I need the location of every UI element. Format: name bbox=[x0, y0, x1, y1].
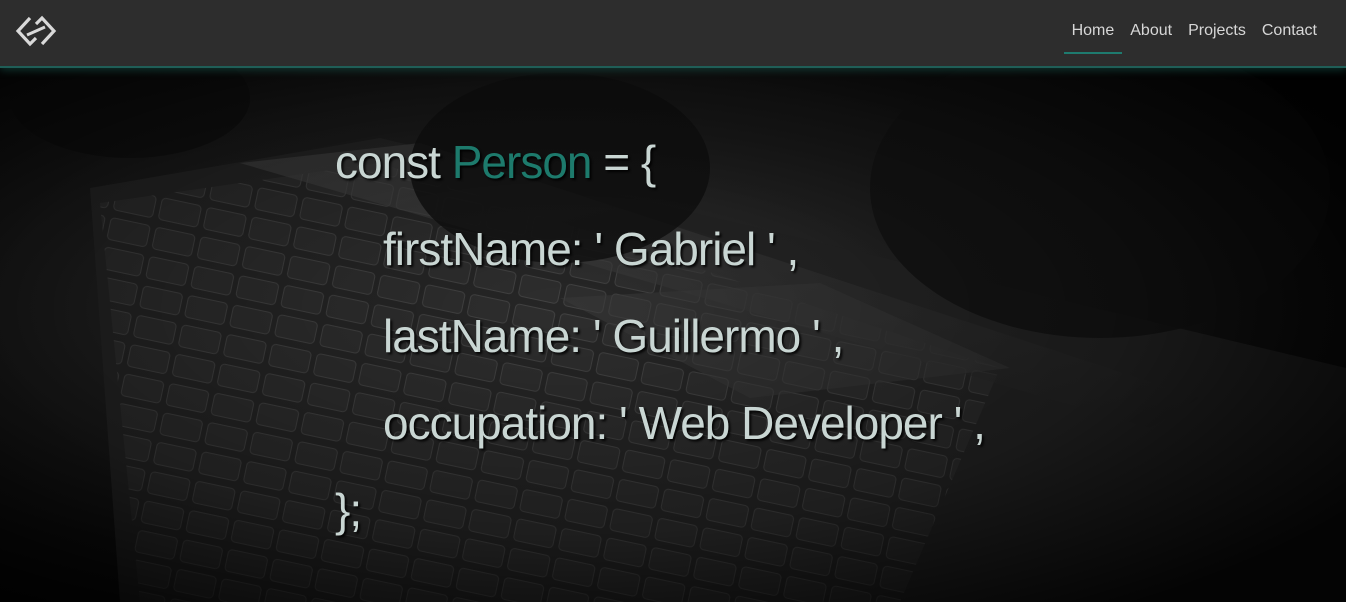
open-brace: = { bbox=[603, 136, 656, 188]
person-identifier: Person bbox=[451, 136, 593, 188]
code-line-occupation: occupation: ' Web Developer ' , bbox=[383, 397, 986, 449]
nav-projects-link[interactable]: Projects bbox=[1180, 0, 1254, 66]
nav-home-link[interactable]: Home bbox=[1063, 0, 1123, 66]
navbar: Home About Projects Contact bbox=[0, 0, 1346, 68]
hero-section: const Person = { firstName: ' Gabriel ' … bbox=[0, 68, 1346, 602]
code-line-close: }; bbox=[335, 484, 362, 536]
nav-about-link[interactable]: About bbox=[1122, 0, 1180, 66]
nav-contact-link[interactable]: Contact bbox=[1254, 0, 1325, 66]
code-line-lastname: lastName: ' Guillermo ' , bbox=[383, 310, 844, 362]
nav-links: Home About Projects Contact bbox=[1063, 0, 1325, 66]
logo-icon[interactable] bbox=[14, 13, 58, 49]
const-keyword: const bbox=[335, 136, 441, 188]
code-line-declaration: const Person = { bbox=[335, 132, 656, 192]
page: Home About Projects Contact const Person… bbox=[0, 0, 1346, 602]
code-line-firstname: firstName: ' Gabriel ' , bbox=[383, 223, 799, 275]
